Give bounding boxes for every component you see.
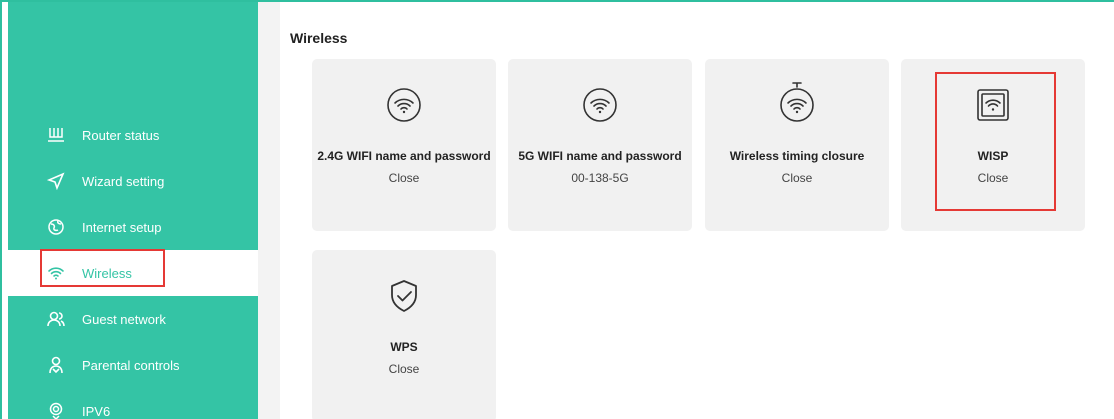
card-status: 00-138-5G [571,171,629,185]
page-title: Wireless [290,30,348,46]
sidebar-item-label: IPV6 [82,403,111,419]
card-status: Close [977,171,1009,185]
sidebar-item-label: Internet setup [82,219,162,235]
wifi-icon [387,88,421,122]
divider [258,2,280,419]
sidebar-item-label: Guest network [82,311,166,327]
wifi-icon [46,263,66,283]
sidebar-item-parental-controls[interactable]: Parental controls [8,342,258,388]
card-title: Wireless timing closure [729,149,865,163]
sidebar-item-ipv6[interactable]: IPV6 [8,388,258,419]
wisp-icon [977,89,1009,121]
sidebar-item-internet-setup[interactable]: Internet setup [8,204,258,250]
sidebar-item-guest-network[interactable]: Guest network [8,296,258,342]
sidebar-nav: Router status Wizard setting Internet se… [8,112,258,419]
main-content: Wireless 2.4G WIFI name and password Clo… [280,2,1114,419]
card-wps[interactable]: WPS Close [312,250,496,419]
card-status: Close [388,362,420,376]
card-status: Close [781,171,813,185]
parental-icon [46,355,66,375]
wifi-icon [583,88,617,122]
card-title: 2.4G WIFI name and password [317,149,491,163]
ipv6-icon [46,401,66,419]
guests-icon [46,309,66,329]
wifi-timer-icon [780,82,814,122]
card-2g-wifi[interactable]: 2.4G WIFI name and password Close [312,59,496,231]
sidebar-item-label: Parental controls [82,357,180,373]
card-wireless-timing[interactable]: Wireless timing closure Close [705,59,889,231]
sidebar-item-label: Wizard setting [82,173,165,189]
card-wisp[interactable]: WISP Close [901,59,1085,231]
card-title: WISP [977,149,1009,163]
card-status: Close [388,171,420,185]
sidebar-item-wizard-setting[interactable]: Wizard setting [8,158,258,204]
shield-check-icon [391,280,417,312]
card-title: WPS [390,340,418,354]
sidebar-item-label: Router status [82,127,160,143]
wizard-icon [46,171,66,191]
sidebar-item-wireless[interactable]: Wireless [8,250,258,296]
card-5g-wifi[interactable]: 5G WIFI name and password 00-138-5G [508,59,692,231]
sidebar: Router status Wizard setting Internet se… [8,2,258,419]
router-icon [46,125,66,145]
sidebar-item-router-status[interactable]: Router status [8,112,258,158]
sidebar-item-label: Wireless [82,265,132,281]
globe-icon [46,217,66,237]
card-title: 5G WIFI name and password [518,149,682,163]
